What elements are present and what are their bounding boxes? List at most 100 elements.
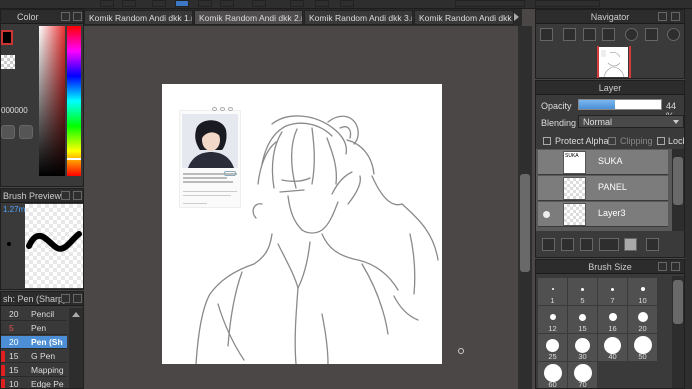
brush-size-label: 7: [610, 296, 615, 305]
brush-size-option[interactable]: 1: [538, 278, 567, 305]
canvas-page[interactable]: [162, 84, 442, 364]
transparent-color-swatch[interactable]: [1, 55, 15, 69]
brush-size-option[interactable]: 10: [628, 278, 657, 305]
rotate-left-icon[interactable]: [625, 28, 638, 41]
new-layer-icon[interactable]: [580, 238, 593, 251]
brush-size-dot: [604, 336, 621, 354]
tool-item-pen[interactable]: 5 Pen: [1, 322, 67, 335]
brush-size-option[interactable]: 7: [598, 278, 627, 305]
brush-tool-panel: sh: Pen (Sharp) 20 Pencil 5 Pen 20 Pen (Sh …: [0, 291, 84, 389]
panel-close-icon[interactable]: [671, 262, 680, 271]
brush-size-option[interactable]: 12: [538, 306, 567, 333]
panel-close-icon[interactable]: [73, 191, 82, 200]
document-tab-4[interactable]: Komik Random Andi dkk 4.m: [414, 10, 514, 25]
panel-close-icon[interactable]: [73, 294, 82, 303]
toolbar-button[interactable]: [340, 0, 354, 7]
zoom-in-icon[interactable]: [540, 28, 553, 41]
document-tab-1[interactable]: Komik Random Andi dkk 1.mdp: [84, 10, 193, 25]
panel-close-icon[interactable]: [671, 12, 680, 21]
tool-item-mapping-pen[interactable]: 15 Mapping: [1, 364, 67, 377]
brush-size-option[interactable]: 25: [538, 334, 567, 361]
panel-float-icon[interactable]: [61, 294, 70, 303]
hue-slider[interactable]: [67, 26, 81, 176]
toolbar-button-active[interactable]: [175, 0, 189, 7]
hsv-square[interactable]: [39, 26, 65, 176]
brush-size-option[interactable]: 50: [628, 334, 657, 361]
color-hex-value[interactable]: 000000: [1, 106, 28, 115]
brush-size-dot: [551, 288, 554, 290]
brush-size-scrollbar-thumb[interactable]: [673, 280, 683, 324]
palette-icon[interactable]: [1, 125, 15, 139]
toolbar-button[interactable]: [152, 0, 166, 7]
brush-size-option[interactable]: 16: [598, 306, 627, 333]
tool-item-pen-sharp[interactable]: 20 Pen (Sh: [1, 336, 67, 349]
canvas-scrollbar-thumb[interactable]: [520, 174, 530, 272]
layer-row-panel[interactable]: PANEL: [538, 176, 668, 201]
top-toolbar: [0, 0, 692, 9]
color-history-icon[interactable]: [19, 125, 33, 139]
brush-size-dot: [640, 287, 645, 291]
duplicate-layer-icon[interactable]: [646, 238, 659, 251]
panel-close-icon[interactable]: [73, 12, 82, 21]
protect-alpha-label: Protect Alpha: [555, 136, 609, 146]
toolbar-dropdown[interactable]: [455, 0, 525, 7]
toolbar-button[interactable]: [290, 0, 304, 7]
brush-size-scrollbar[interactable]: [672, 276, 684, 388]
tool-item-g-pen[interactable]: 15 G Pen: [1, 350, 67, 363]
brush-size-option[interactable]: 15: [568, 306, 597, 333]
clipping-checkbox[interactable]: [608, 137, 616, 145]
new-layer-icon[interactable]: [561, 238, 574, 251]
tool-item-edge-pen[interactable]: 10 Edge Pe: [1, 378, 67, 388]
brush-size-label: 30: [578, 352, 587, 361]
tool-list-scrollbar[interactable]: [69, 308, 83, 388]
toolbar-dropdown[interactable]: [535, 0, 600, 7]
panel-float-icon[interactable]: [658, 262, 667, 271]
opacity-slider[interactable]: [578, 99, 662, 110]
brush-size-option[interactable]: 20: [628, 306, 657, 333]
brush-size-option[interactable]: 60: [538, 362, 567, 388]
layer-copy-icon[interactable]: [599, 238, 619, 251]
brush-size-option[interactable]: 40: [598, 334, 627, 361]
tool-item-pencil[interactable]: 20 Pencil: [1, 308, 67, 321]
toolbar-button[interactable]: [198, 0, 212, 7]
panel-float-icon[interactable]: [658, 12, 667, 21]
scroll-up-icon[interactable]: [72, 312, 80, 317]
toolbar-button[interactable]: [122, 0, 136, 7]
navigator-sketch: [601, 50, 625, 78]
foreground-color-swatch[interactable]: [1, 30, 13, 45]
brush-size-option[interactable]: 30: [568, 334, 597, 361]
panel-float-icon[interactable]: [61, 191, 70, 200]
toolbar-button[interactable]: [252, 0, 266, 7]
layer-scrollbar-thumb[interactable]: [673, 157, 683, 205]
new-folder-icon[interactable]: [624, 238, 637, 251]
zoom-out-icon[interactable]: [602, 28, 615, 41]
lock-checkbox[interactable]: [657, 137, 665, 145]
layer-row-layer3[interactable]: Layer3: [538, 202, 668, 227]
layer-thumbnail: [563, 203, 586, 226]
lock-label: Lock: [668, 136, 684, 146]
layer-row-suka[interactable]: SUKA SUKA: [538, 150, 668, 175]
brush-preview-title: Brush Preview: [1, 189, 83, 203]
toolbar-button[interactable]: [315, 0, 329, 7]
zoom-in-plus-icon[interactable]: [563, 28, 576, 41]
canvas-scrollbar[interactable]: [518, 26, 532, 389]
rotate-right-icon[interactable]: [667, 28, 680, 41]
brush-size-option[interactable]: 5: [568, 278, 597, 305]
brush-size-option[interactable]: 70: [568, 362, 597, 388]
toolbar-button[interactable]: [220, 0, 234, 7]
protect-alpha-checkbox[interactable]: [543, 137, 551, 145]
layer-visibility-icon[interactable]: [543, 211, 550, 218]
blending-select[interactable]: Normal: [578, 115, 684, 128]
new-layer-icon[interactable]: [542, 238, 555, 251]
canvas-area[interactable]: [84, 26, 518, 389]
fit-window-icon[interactable]: [583, 28, 596, 41]
fullscreen-icon[interactable]: [645, 28, 658, 41]
panel-float-icon[interactable]: [61, 12, 70, 21]
brush-dot-preview: [7, 242, 11, 246]
document-tab-2[interactable]: Komik Random Andi dkk 2.mdp: [194, 10, 303, 25]
tab-scroll-right-icon[interactable]: [514, 13, 519, 21]
toolbar-button[interactable]: [100, 0, 114, 7]
navigator-preview[interactable]: [538, 46, 684, 78]
document-tab-3[interactable]: Komik Random Andi dkk 3.mdp: [304, 10, 413, 25]
layer-list-scrollbar[interactable]: [672, 149, 684, 231]
